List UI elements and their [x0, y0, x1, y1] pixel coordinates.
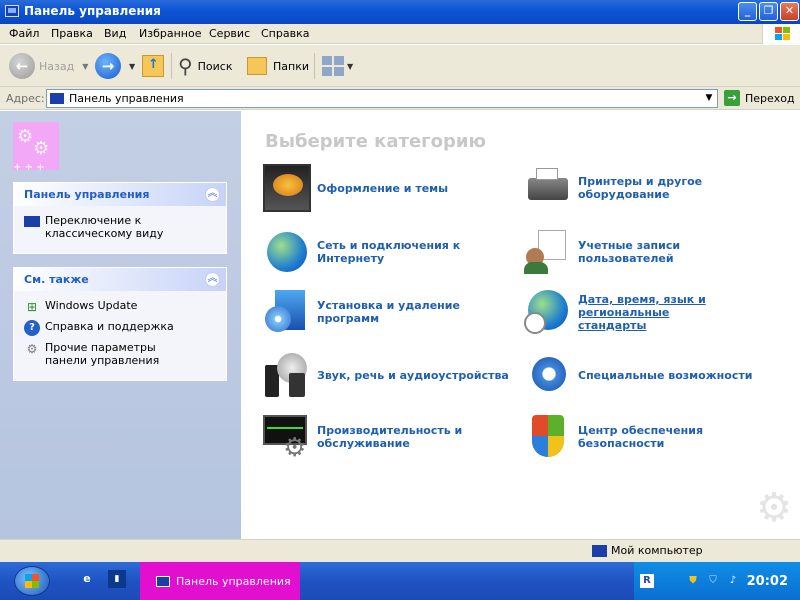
help-icon: ?	[24, 320, 40, 336]
speaker-icon[interactable]: ♪	[726, 574, 740, 588]
see-also-box-header[interactable]: См. также ︽	[14, 268, 226, 291]
category-sound[interactable]: Звук, речь и аудиоустройства	[263, 351, 517, 399]
shield-icon[interactable]: ⛉	[706, 574, 720, 588]
toolbar: ← Назад ▼ → ▼ ↑ ⚲ Поиск Папки ▼	[0, 45, 800, 87]
status-bar: Мой компьютер	[0, 539, 800, 562]
chevron-down-icon[interactable]: ▼	[701, 90, 717, 107]
control-panel-icon	[5, 5, 19, 17]
category-network[interactable]: Сеть и подключения к Интернету	[263, 228, 467, 276]
control-panel-icon	[156, 575, 170, 587]
go-button[interactable]: → Переход	[724, 90, 795, 106]
datetime-globe-icon	[524, 288, 572, 336]
address-value: Панель управления	[69, 92, 184, 105]
category-printers[interactable]: Принтеры и другое оборудование	[524, 164, 718, 212]
category-user-accounts[interactable]: Учетные записи пользователей	[524, 228, 778, 276]
menu-bar: Файл Правка Вид Избранное Сервис Справка	[0, 24, 800, 44]
page-title: Выберите категорию	[265, 131, 486, 152]
menu-help[interactable]: Справка	[261, 27, 309, 40]
control-panel-box-header[interactable]: Панель управления ︽	[14, 183, 226, 206]
language-indicator-icon[interactable]: R	[640, 574, 654, 588]
collapse-icon[interactable]: ︽	[205, 187, 220, 202]
control-panel-icon	[50, 93, 64, 104]
see-also-box: См. также ︽ ⊞ Windows Update ? Справка и…	[13, 267, 227, 381]
up-folder-button[interactable]: ↑	[142, 51, 164, 81]
taskbar: e ▮ Панель управления R ⛊ ⛉ ♪ 20:02	[0, 562, 800, 600]
sound-icon	[263, 351, 311, 399]
folders-button[interactable]: Папки	[247, 51, 309, 81]
up-folder-icon: ↑	[142, 55, 164, 77]
classic-view-link[interactable]: Переключение к классическому виду	[24, 214, 216, 240]
chevron-down-icon: ▼	[347, 61, 354, 71]
printer-icon	[524, 164, 572, 212]
menu-view[interactable]: Вид	[104, 27, 126, 40]
close-button[interactable]: ✕	[780, 2, 799, 21]
task-pane: ⚙ ⚙ + + + Панель управления ︽ Переключен…	[0, 111, 241, 539]
go-arrow-icon: →	[724, 90, 740, 106]
category-appearance[interactable]: Оформление и темы	[263, 164, 517, 212]
status-location: Мой компьютер	[592, 544, 703, 557]
user-accounts-icon	[524, 228, 572, 276]
address-input[interactable]: Панель управления ▼	[46, 89, 718, 108]
chevron-down-icon: ▼	[82, 61, 89, 71]
search-button[interactable]: ⚲ Поиск	[178, 51, 233, 81]
themes-icon	[263, 164, 311, 212]
minimize-button[interactable]: _	[738, 2, 757, 21]
monitor-icon	[24, 216, 40, 227]
folder-icon	[247, 57, 267, 75]
media-icon[interactable]: ▮	[108, 570, 126, 588]
search-icon: ⚲	[178, 54, 193, 78]
title-bar: Панель управления _ ❐ ✕	[0, 0, 800, 24]
forward-button[interactable]: → ▼	[95, 51, 135, 81]
back-arrow-icon: ←	[9, 53, 35, 79]
menu-edit[interactable]: Правка	[51, 27, 93, 40]
my-computer-icon	[592, 544, 607, 557]
back-button[interactable]: ← Назад ▼	[9, 51, 88, 81]
control-panel-badge-icon: ⚙ ⚙ + + +	[13, 122, 59, 173]
chevron-down-icon: ▼	[129, 61, 136, 71]
windows-update-icon: ⊞	[26, 300, 38, 314]
control-panel-box: Панель управления ︽ Переключение к класс…	[13, 182, 227, 254]
help-support-link[interactable]: ? Справка и поддержка	[24, 320, 216, 336]
windows-logo-icon	[762, 24, 800, 44]
category-accessibility[interactable]: Специальные возможности	[524, 351, 778, 399]
install-programs-icon	[263, 288, 311, 336]
category-add-remove-programs[interactable]: Установка и удаление программ	[263, 288, 517, 336]
start-button[interactable]	[14, 566, 50, 596]
address-label: Адрес:	[6, 92, 45, 105]
category-security-center[interactable]: Центр обеспечения безопасности	[524, 413, 728, 461]
gear-icon: ⚙	[26, 342, 38, 356]
views-button[interactable]: ▼	[322, 51, 353, 81]
collapse-icon[interactable]: ︽	[205, 272, 220, 287]
menu-tools[interactable]: Сервис	[209, 27, 250, 40]
category-performance[interactable]: ⚙ Производительность и обслуживание	[263, 413, 467, 461]
other-options-link[interactable]: ⚙ Прочие параметры панели управления	[24, 341, 216, 367]
menu-favorites[interactable]: Избранное	[139, 27, 201, 40]
maximize-button[interactable]: ❐	[759, 2, 778, 21]
network-globe-icon	[263, 228, 311, 276]
forward-arrow-icon: →	[95, 53, 121, 79]
category-view: Выберите категорию Оформление и темы При…	[241, 111, 800, 539]
windows-update-link[interactable]: ⊞ Windows Update	[24, 299, 216, 315]
taskbar-item-control-panel[interactable]: Панель управления	[140, 562, 300, 600]
security-alert-icon[interactable]: ⛊	[686, 574, 700, 588]
window-title: Панель управления	[24, 4, 161, 18]
security-shield-icon	[524, 413, 572, 461]
category-date-time-language[interactable]: Дата, время, язык и региональные стандар…	[524, 288, 738, 336]
system-tray: R ⛊ ⛉ ♪ 20:02	[634, 562, 800, 600]
clock: 20:02	[746, 573, 788, 589]
gear-icon: ⚙	[756, 485, 792, 531]
views-grid-icon	[322, 56, 344, 76]
address-bar: Адрес: Панель управления ▼ → Переход	[0, 87, 800, 110]
windows-logo-icon	[25, 574, 39, 588]
ie-icon[interactable]: e	[78, 570, 96, 588]
accessibility-icon	[524, 351, 572, 399]
performance-icon: ⚙	[263, 413, 311, 461]
menu-file[interactable]: Файл	[9, 27, 39, 40]
